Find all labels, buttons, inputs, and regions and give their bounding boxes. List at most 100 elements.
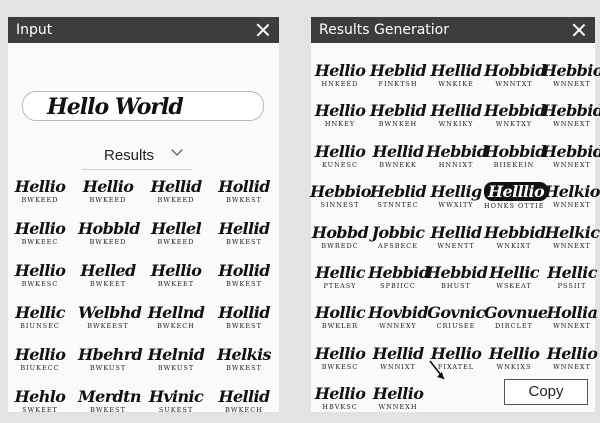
font-result-item[interactable]: Jobbic AFSBECE: [368, 223, 428, 259]
font-result-item[interactable]: Hobbid BIIEKEIN: [484, 142, 546, 178]
results-dropdown[interactable]: Results: [82, 144, 192, 170]
font-result-item[interactable]: Hellio BWKEED: [10, 177, 70, 213]
font-result-item[interactable]: Helled BWKEET: [78, 261, 138, 297]
font-result-item[interactable]: Hollid BWKEST: [214, 303, 274, 339]
font-result-item[interactable]: Heblid STNNTEC: [368, 182, 428, 218]
font-result-item[interactable]: Hellio HNKEED: [310, 61, 370, 97]
font-result-item[interactable]: Heblid FINKTSH: [368, 61, 428, 97]
font-result-item[interactable]: Hollid BWKEST: [214, 177, 274, 213]
font-result-item[interactable]: Hebbid WNKTXY: [484, 101, 546, 137]
font-result-item[interactable]: Helnid BWKUST: [146, 345, 206, 381]
font-result-item[interactable]: Hbehrd BWKUST: [78, 345, 143, 381]
font-result-item[interactable]: Hvinic SUKEST: [146, 387, 206, 423]
font-result-item[interactable]: Hehlo SWKEET: [10, 387, 70, 423]
font-result-item[interactable]: Merdtn BWKEST: [78, 387, 142, 423]
font-result-item[interactable]: Hellid WNNIXT: [368, 344, 428, 380]
font-result-text: Hellio: [14, 345, 66, 364]
cursor-arrow-icon: [429, 360, 445, 380]
font-result-item[interactable]: Helllio HONKS OTTIE: [484, 182, 549, 218]
font-result-item[interactable]: Hellid WNKIKE: [426, 61, 486, 97]
results-close-icon[interactable]: [573, 24, 585, 36]
font-result-text: Hellic: [315, 263, 365, 282]
font-result-text: Helkis: [217, 345, 272, 364]
font-result-text: Hellio: [82, 177, 134, 196]
font-result-item[interactable]: Hellic BIUNSEC: [10, 303, 70, 339]
input-close-icon[interactable]: [257, 24, 269, 36]
font-result-item[interactable]: Hellio WNNEXH: [368, 384, 428, 420]
font-result-item[interactable]: Hellid WNKIKY: [426, 101, 486, 137]
font-result-item[interactable]: Hellio WNNEXT: [542, 344, 600, 380]
font-result-caption: BWKEST: [226, 322, 262, 330]
font-result-text: Hebbid: [426, 263, 488, 282]
font-result-item[interactable]: Hellio HBVKSC: [310, 384, 370, 420]
font-result-text: Hellio: [314, 141, 366, 161]
font-result-item[interactable]: Hobbld BWKEED: [78, 219, 140, 255]
font-result-text: Hellid: [372, 343, 424, 363]
font-result-caption: WNNIXT: [380, 362, 416, 371]
font-result-item[interactable]: Hebbio SINNEST: [310, 182, 371, 218]
font-result-item[interactable]: Hellio BWKEED: [78, 177, 138, 213]
font-result-text: Hollid: [218, 303, 270, 322]
font-result-item[interactable]: Hellio KUNESC: [310, 142, 370, 178]
font-result-caption: BWKEST: [226, 364, 262, 372]
font-result-item[interactable]: Hebbid WNKIXT: [484, 223, 546, 259]
font-result-caption: WNNEXT: [553, 362, 591, 371]
font-result-caption: BWNKEH: [378, 120, 418, 129]
font-result-item[interactable]: Hobbd BWREDC: [310, 223, 370, 259]
font-result-item[interactable]: Helkis BWKEST: [214, 345, 274, 381]
results-titlebar: Results Generatior: [311, 17, 595, 43]
font-result-caption: BWKEST: [226, 238, 262, 246]
font-result-item[interactable]: Hollic BWKLER: [310, 303, 370, 339]
font-result-item[interactable]: Welbhd BWKEEST: [78, 303, 142, 339]
font-result-item[interactable]: Hebbid WNNEXT: [542, 142, 600, 178]
font-result-item[interactable]: Hellic PTEASY: [310, 263, 370, 299]
font-result-item[interactable]: Hollia WNNEXT: [542, 303, 600, 339]
font-result-item[interactable]: Hellio HNKEY: [310, 101, 370, 137]
font-result-caption: STNNTEC: [377, 201, 419, 210]
font-result-item[interactable]: Hellic WSKEAT: [484, 263, 544, 299]
font-result-item[interactable]: Hellio WNKIXS: [484, 344, 544, 380]
font-result-item[interactable]: Hebbid BHUST: [426, 263, 488, 299]
font-result-item[interactable]: Hellic PSSIIT: [542, 263, 600, 299]
font-result-item[interactable]: Hellid BWNEKK: [368, 142, 428, 178]
font-result-item[interactable]: Hellio BIUKECC: [10, 345, 70, 381]
font-result-item[interactable]: Hellig WWXITY: [426, 182, 486, 218]
font-result-item[interactable]: Hellel BWKEED: [146, 219, 206, 255]
font-result-item[interactable]: Hellio BWKESC: [10, 261, 70, 297]
font-result-caption: BWKEEC: [21, 238, 59, 246]
font-result-item[interactable]: Hebbio WNNEXT: [542, 61, 600, 97]
font-result-caption: PTEASY: [323, 282, 357, 290]
font-result-item[interactable]: Hellio BWKEET: [146, 261, 206, 297]
font-result-caption: DIRCLET: [494, 322, 534, 331]
font-result-item[interactable]: Govnue DIRCLET: [484, 303, 548, 339]
font-result-item[interactable]: Hellio BWKESC: [310, 344, 370, 380]
font-result-item[interactable]: Hellnd BWKECH: [146, 303, 206, 339]
font-result-item[interactable]: Hellio BWKEEC: [10, 219, 70, 255]
font-result-item[interactable]: Hobbid WNNTXT: [484, 61, 546, 97]
font-result-text: Hellid: [218, 219, 270, 238]
text-input[interactable]: Hello World: [22, 91, 264, 121]
font-result-item[interactable]: Hollid BWKEST: [214, 261, 274, 297]
font-result-text: Hobbd: [311, 222, 369, 242]
font-result-item[interactable]: Hellid BWKECH: [214, 387, 274, 423]
font-result-item[interactable]: Hellid BWKEED: [146, 177, 206, 213]
font-result-item[interactable]: Hebbid SPBIICC: [368, 263, 430, 299]
font-result-text: Hollia: [546, 303, 598, 323]
copy-button[interactable]: Copy: [504, 379, 588, 405]
font-result-item[interactable]: Heblid BWNKEH: [368, 101, 428, 137]
font-result-text: Heblid: [369, 182, 427, 202]
font-result-item[interactable]: Govnic CRIUSEE: [426, 303, 486, 339]
font-result-caption: HONKS OTTIE: [484, 202, 545, 211]
font-result-item[interactable]: Helkio WNNEXT: [542, 182, 600, 218]
font-result-caption: WNNEXT: [553, 201, 591, 210]
font-result-item[interactable]: Hovbid WNNEXY: [368, 303, 429, 339]
font-result-caption: WNKIXT: [496, 241, 532, 250]
font-result-item[interactable]: Hellid BWKEST: [214, 219, 274, 255]
font-result-caption: HNKEED: [321, 80, 359, 88]
font-result-item[interactable]: Helkic WNNEXT: [542, 223, 600, 259]
font-result-item[interactable]: Hebbid WNNEXT: [542, 101, 600, 137]
font-result-caption: HNKEY: [324, 120, 356, 129]
font-result-item[interactable]: Hellid WNENTT: [426, 223, 486, 259]
font-result-caption: SUKEST: [158, 406, 194, 414]
font-result-item[interactable]: Hebbid HNNIXT: [426, 142, 488, 178]
